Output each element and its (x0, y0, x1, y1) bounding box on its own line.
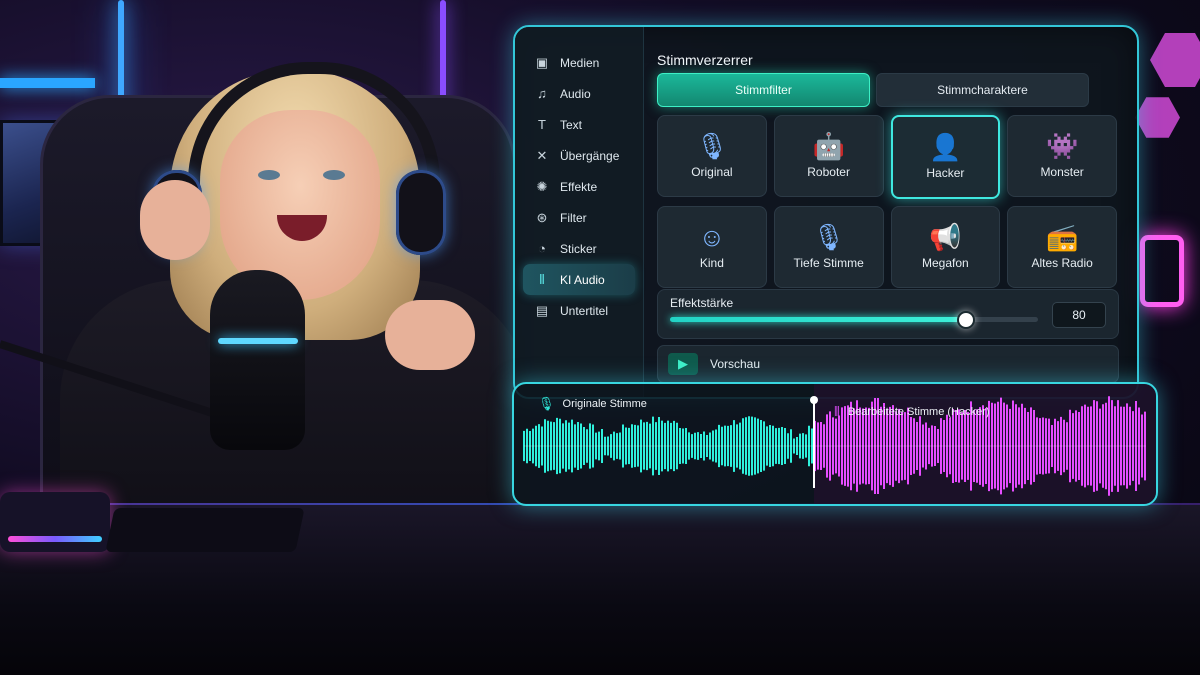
filter-card-label: Original (691, 165, 733, 179)
filter-card-tiefe-stimme[interactable]: 🎙 Tiefe Stimme (773, 206, 884, 288)
filter-card-hacker[interactable]: 👤 Hacker (890, 115, 1001, 199)
edited-voice-label: ⦀ Bearbeitete Stimme (Hacker) (834, 404, 990, 420)
original-voice-text: Originale Stimme (562, 398, 647, 410)
sidebar-item-sticker[interactable]: ◔ Sticker (523, 233, 635, 264)
sidebar-item-ki-audio[interactable]: ⦀ KI Audio (523, 264, 635, 295)
sidebar-item-label: Medien (560, 55, 600, 70)
main-content: Stimmverzerrer Stimmfilter Stimmcharakter… (657, 27, 1137, 397)
sticker-icon: ◔ (538, 241, 546, 256)
filter-card-label: Megafon (922, 256, 969, 270)
tab-stimmfilter[interactable]: Stimmfilter (657, 73, 870, 107)
hexagon-light (1135, 97, 1180, 138)
headphone-cup (396, 170, 446, 255)
effect-strength-control: Effektstärke 80 (657, 289, 1119, 339)
sidebar-item-label: Sticker (560, 241, 597, 256)
filter-card-label: Kind (699, 256, 724, 270)
filter-card-label: Tiefe Stimme (793, 256, 864, 270)
sidebar-item-medien[interactable]: ▣ Medien (523, 47, 635, 78)
sound-wave-icon: ⦀ (834, 404, 840, 419)
sidebar-item-übergänge[interactable]: ✕ Übergänge (523, 140, 635, 171)
filter-card-label: Monster (1040, 165, 1084, 179)
audio-icon: ♫ (537, 86, 547, 101)
hacker-icon: 👤 (929, 132, 962, 162)
waveform-comparison: 🎙 Originale Stimme ⦀ Bearbeitete Stimme … (512, 382, 1158, 506)
ai-audio-icon: ⦀ (539, 271, 545, 287)
preview-button[interactable]: ▶ Vorschau (657, 345, 1119, 383)
original-voice-label: 🎙 Originale Stimme (538, 396, 647, 412)
neon-sign (1140, 235, 1184, 307)
subtitles-icon: ▤ (535, 302, 549, 318)
pointing-hand (385, 300, 475, 370)
sidebar-item-label: KI Audio (560, 272, 605, 287)
filter-card-original[interactable]: 🎙 Original (657, 115, 767, 197)
sidebar-item-label: Untertitel (560, 303, 609, 318)
sidebar-item-text[interactable]: T Text (523, 109, 635, 140)
effects-icon: ✺ (536, 178, 548, 194)
deep-voice-mic-icon: 🎙 (812, 222, 846, 252)
sidebar: ▣ Medien ♫ Audio T Text ✕ Übergänge ✺ Effekte ⊛ Fil… (515, 27, 644, 397)
filter-card-roboter[interactable]: 🤖 Roboter (773, 115, 884, 197)
preview-label: Vorschau (710, 357, 761, 371)
sidebar-item-filter[interactable]: ⊛ Filter (523, 202, 635, 233)
megaphone-icon: 📢 (929, 222, 962, 252)
microphone-icon: 🎙 (695, 131, 729, 161)
sidebar-item-label: Filter (560, 210, 587, 225)
effect-strength-label: Effektstärke (670, 296, 734, 310)
edited-voice-text: Bearbeitete Stimme (Hacker) (847, 406, 990, 418)
slider-fill (670, 317, 965, 322)
microphone-icon: 🎙 (538, 396, 555, 411)
child-face-icon: ☺ (698, 222, 726, 252)
play-icon[interactable]: ▶ (668, 353, 698, 375)
transitions-icon: ✕ (536, 147, 548, 163)
sidebar-item-audio[interactable]: ♫ Audio (523, 78, 635, 109)
studio-microphone (210, 270, 305, 450)
filter-grid: 🎙 Original 🤖 Roboter 👤 Hacker 👾 Monster ☺ Kind 🎙 Ti… (657, 115, 1117, 288)
slider-thumb[interactable] (957, 311, 976, 329)
keyboard (0, 492, 110, 552)
sidebar-item-untertitel[interactable]: ▤ Untertitel (523, 295, 635, 326)
filter-card-label: Roboter (807, 165, 850, 179)
sidebar-item-label: Übergänge (560, 148, 620, 163)
filter-card-monster[interactable]: 👾 Monster (1007, 115, 1117, 197)
panel-title: Stimmverzerrer (657, 52, 753, 68)
hand (140, 180, 210, 260)
sidebar-item-label: Audio (560, 86, 591, 101)
filter-card-megafon[interactable]: 📢 Megafon (890, 206, 1001, 288)
sidebar-item-effekte[interactable]: ✺ Effekte (523, 171, 635, 202)
radio-icon: 📻 (1045, 222, 1079, 252)
text-icon: T (538, 117, 546, 132)
playhead-knob[interactable] (810, 396, 818, 404)
voice-changer-panel: ▣ Medien ♫ Audio T Text ✕ Übergänge ✺ Effekte ⊛ Fil… (513, 25, 1139, 399)
filter-card-label: Hacker (926, 166, 965, 180)
microphone-light-ring (218, 338, 298, 344)
filter-card-label: Altes Radio (1031, 256, 1093, 270)
mousepad (105, 508, 305, 552)
sidebar-item-label: Effekte (560, 179, 598, 194)
filter-card-kind[interactable]: ☺ Kind (657, 206, 767, 288)
tab-stimmcharaktere[interactable]: Stimmcharaktere (876, 73, 1089, 107)
tab-bar: Stimmfilter Stimmcharaktere (657, 73, 1089, 107)
robot-icon: 🤖 (812, 131, 845, 161)
media-icon: ▣ (535, 54, 549, 70)
filter-icon: ⊛ (536, 209, 548, 225)
effect-strength-slider[interactable] (670, 311, 1038, 329)
sidebar-item-label: Text (560, 117, 583, 132)
hexagon-light (1150, 33, 1200, 87)
sidebar-nav: ▣ Medien ♫ Audio T Text ✕ Übergänge ✺ Effekte ⊛ Fil… (515, 27, 643, 326)
monster-icon: 👾 (1045, 131, 1079, 161)
filter-card-altes-radio[interactable]: 📻 Altes Radio (1007, 206, 1117, 288)
effect-strength-value[interactable]: 80 (1052, 302, 1106, 328)
